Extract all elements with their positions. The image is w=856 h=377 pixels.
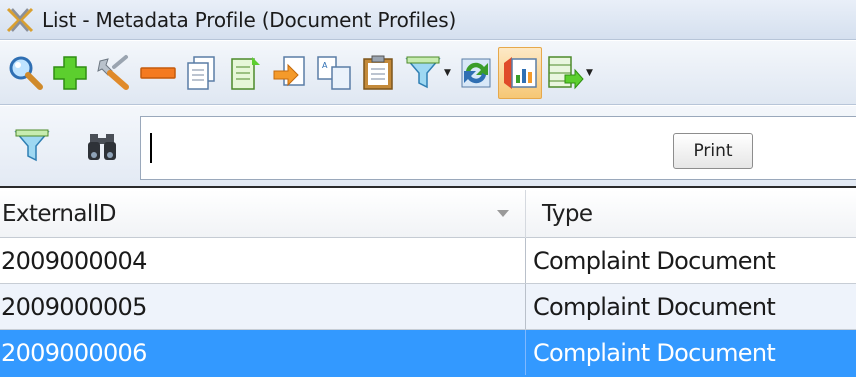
print-button[interactable]: Print [673,133,753,169]
clipboard-button[interactable] [356,47,400,99]
cell-externalid: 2009000005 [0,284,526,329]
refresh-button[interactable] [454,47,498,99]
window-title: List - Metadata Profile (Document Profil… [42,7,457,32]
columns-dropdown-icon [548,55,584,89]
add-icon [53,55,87,90]
tools-button[interactable] [92,47,136,99]
columns-dropdown-button[interactable]: ▼ [542,47,596,99]
chevron-down-icon: ▼ [586,67,593,78]
table-row[interactable]: 2009000005 Complaint Document [0,284,856,330]
grid-header: ExternalID Type [0,190,856,238]
binoculars-icon [88,134,116,160]
clipboard-icon [363,55,393,90]
title-bar: List - Metadata Profile (Document Profil… [0,0,856,40]
filter-dropdown-button[interactable]: ▼ [400,47,454,99]
duplicate-icon: A [317,55,351,90]
filter-button[interactable] [8,122,56,170]
remove-icon [140,66,176,79]
table-row-selected[interactable]: 2009000006 Complaint Document [0,330,856,377]
copy-button[interactable] [180,47,224,99]
column-header-type[interactable]: Type [526,190,856,238]
toolbar: A ▼ ▼ [0,41,856,105]
search-icon [9,56,43,90]
report-icon [504,56,537,89]
report-button[interactable] [498,46,542,99]
filter-dropdown-icon [405,56,441,88]
refresh-icon [461,58,491,87]
svg-text:A: A [322,61,328,70]
xwing-logo-icon [0,0,40,40]
export-button[interactable] [268,47,312,99]
filter-icon [14,129,50,162]
text-caret [150,133,152,163]
wrench-icon [97,54,129,90]
cell-type: Complaint Document [533,338,776,367]
column-header-externalid[interactable]: ExternalID [0,190,526,238]
export-icon [273,55,305,86]
cell-type: Complaint Document [533,246,776,275]
edit-document-icon [231,56,260,90]
find-button[interactable] [78,122,126,170]
chevron-down-icon: ▼ [444,67,451,78]
remove-button[interactable] [136,47,180,99]
sort-arrow-icon[interactable] [497,210,509,217]
search-button[interactable] [4,47,48,99]
add-button[interactable] [48,47,92,99]
cell-type: Complaint Document [533,292,776,321]
copy-icon [187,55,215,90]
table-row[interactable]: 2009000004 Complaint Document [0,238,856,284]
cell-externalid: 2009000006 [0,330,526,375]
cell-externalid: 2009000004 [0,238,526,283]
duplicate-button[interactable]: A [312,47,356,99]
edit-document-button[interactable] [224,47,268,99]
